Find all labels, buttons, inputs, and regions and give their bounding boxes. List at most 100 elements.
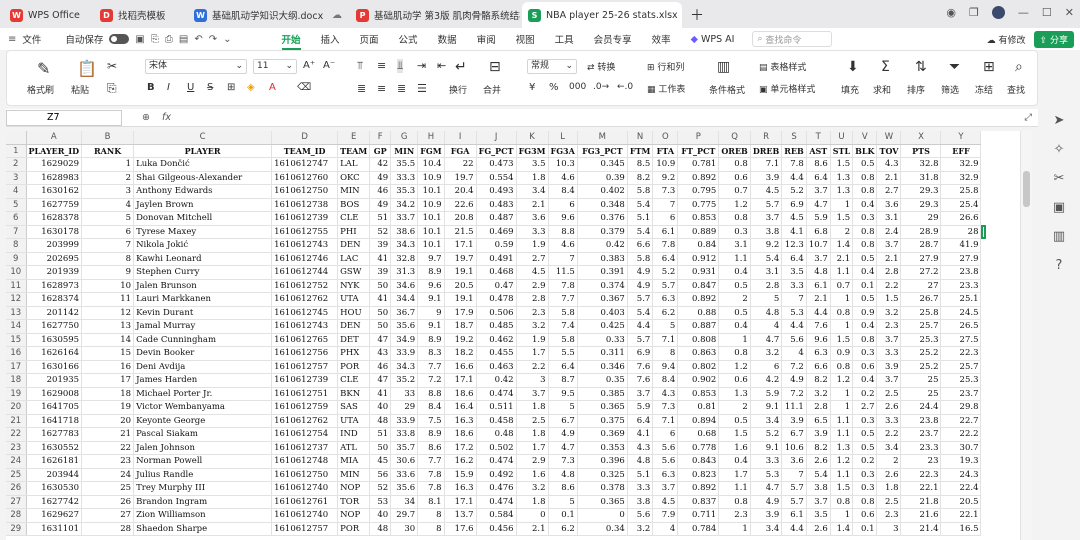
cell[interactable]: 0.346 (577, 360, 628, 374)
cell[interactable]: 1.5 (830, 211, 854, 226)
cell[interactable]: 27 (900, 279, 942, 293)
cell[interactable]: 18 (81, 387, 135, 401)
cell[interactable]: Keyonte George (133, 414, 273, 428)
cell[interactable]: 7.6 (627, 360, 654, 374)
cell[interactable]: 22 (444, 157, 477, 172)
redo-icon[interactable]: ↷ (209, 34, 217, 45)
header-cell[interactable]: FG_PCT (476, 144, 517, 158)
cell[interactable]: 9.1 (417, 292, 445, 307)
cell[interactable]: LAC (337, 252, 371, 266)
cell[interactable]: 25.3 (900, 333, 942, 347)
cell[interactable]: 0.6 (718, 373, 751, 388)
cell[interactable]: 5 (750, 292, 783, 307)
cell[interactable]: 0.502 (476, 441, 517, 455)
cell[interactable]: 0.39 (577, 171, 628, 185)
cell[interactable]: 1.3 (830, 184, 854, 199)
cell[interactable]: 0.478 (476, 292, 517, 307)
cell[interactable]: 1.5 (876, 292, 902, 307)
cell[interactable]: 3.3 (876, 346, 902, 361)
pointer-icon[interactable]: ➤ (1054, 113, 1065, 128)
cell[interactable]: 0.2 (852, 387, 878, 401)
zoom-icon[interactable]: ⊕ (142, 112, 150, 123)
cell[interactable]: 8.5 (627, 157, 654, 172)
cell[interactable]: 0.487 (476, 211, 517, 226)
cell[interactable]: 5.4 (627, 198, 654, 212)
cell[interactable]: 0.894 (677, 414, 720, 428)
justify-icon[interactable]: ☰ (417, 82, 427, 95)
cell[interactable]: 4 (81, 198, 135, 212)
cell[interactable]: 4.5 (516, 265, 549, 280)
cell[interactable]: 41 (369, 292, 392, 307)
cell[interactable]: 24.4 (900, 400, 942, 415)
cell[interactable]: 22 (81, 441, 135, 455)
cell[interactable]: 0.9 (852, 306, 878, 320)
cell[interactable]: 33.9 (390, 346, 419, 361)
header-cell[interactable]: EFF (940, 144, 982, 158)
cell[interactable]: 0.4 (718, 265, 751, 280)
cell[interactable]: 7.1 (652, 414, 679, 428)
cell[interactable]: 2.8 (876, 265, 902, 280)
menu-wps-ai[interactable]: ◆ WPS AI (691, 34, 735, 45)
cell[interactable]: 3.8 (627, 495, 654, 509)
cell[interactable]: 43 (369, 346, 392, 361)
cell[interactable]: 3.1 (750, 265, 783, 280)
cell[interactable]: 0.476 (476, 481, 517, 496)
cell[interactable]: 25.8 (900, 306, 942, 320)
row-header[interactable]: 2 (6, 157, 27, 172)
cell[interactable]: 1629627 (26, 508, 83, 523)
cell[interactable]: 1610612744 (271, 265, 339, 280)
cell[interactable]: 53 (369, 495, 392, 509)
header-cell[interactable]: FGM (417, 144, 445, 158)
cell-style-button[interactable]: ▣ 单元格样式 (759, 82, 815, 95)
freeze-button[interactable]: 冻结 (975, 83, 993, 96)
cell[interactable]: 0 (516, 508, 549, 523)
cell[interactable]: 3.7 (806, 252, 831, 266)
cell[interactable]: 8.8 (548, 225, 578, 239)
row-header[interactable]: 10 (6, 265, 27, 280)
cell[interactable]: 8.6 (417, 441, 445, 455)
row-header[interactable]: 11 (6, 279, 27, 293)
cell[interactable]: 50 (369, 279, 392, 293)
cell[interactable]: 24 (81, 468, 135, 482)
cell[interactable]: 3.7 (652, 481, 679, 496)
cell[interactable]: 1.8 (516, 171, 549, 185)
column-header[interactable]: I (444, 131, 477, 145)
cell[interactable]: 17.1 (444, 373, 477, 388)
row-header[interactable]: 15 (6, 333, 27, 347)
row-header[interactable]: 25 (6, 468, 27, 482)
cell[interactable]: 17.2 (444, 441, 477, 455)
cell[interactable]: 1.1 (830, 265, 854, 280)
cell[interactable]: 0.491 (476, 252, 517, 266)
cell[interactable]: 201935 (26, 373, 83, 388)
header-cell[interactable]: PTS (900, 144, 942, 158)
cell[interactable]: 5.8 (627, 184, 654, 199)
cell[interactable]: 51 (369, 211, 392, 226)
cell[interactable]: 6.3 (652, 468, 679, 482)
cell[interactable]: 10 (81, 279, 135, 293)
cell[interactable]: 3 (81, 184, 135, 199)
cell[interactable]: 0.81 (677, 400, 720, 415)
cell[interactable]: 7.4 (548, 319, 578, 334)
cell[interactable]: 16.3 (444, 481, 477, 496)
cell[interactable]: 0.554 (476, 171, 517, 185)
cell[interactable]: 4.4 (781, 522, 807, 536)
cell[interactable]: 5.7 (652, 279, 679, 293)
cell[interactable]: 15 (81, 346, 135, 361)
cell[interactable]: 4.5 (652, 495, 679, 509)
wrap-icon[interactable]: ↵ (455, 59, 467, 75)
align-left-icon[interactable]: ≣ (357, 82, 366, 95)
cell[interactable]: 7.2 (417, 373, 445, 388)
cell[interactable]: 1.1 (718, 481, 751, 496)
cell[interactable]: 22.3 (900, 468, 942, 482)
fill-button[interactable]: 填充 (841, 83, 859, 96)
cell[interactable]: 29.3 (900, 184, 942, 199)
cell[interactable]: 1610612745 (271, 306, 339, 320)
cell[interactable]: 0.68 (677, 427, 720, 442)
cell[interactable]: 47 (369, 373, 392, 388)
underline-icon[interactable]: U (187, 82, 194, 93)
cell[interactable]: 46 (369, 184, 392, 199)
cell[interactable]: 1 (830, 387, 854, 401)
cell[interactable]: 0.311 (577, 346, 628, 361)
cell[interactable]: 0.784 (677, 522, 720, 536)
cell[interactable]: 1 (718, 333, 751, 347)
